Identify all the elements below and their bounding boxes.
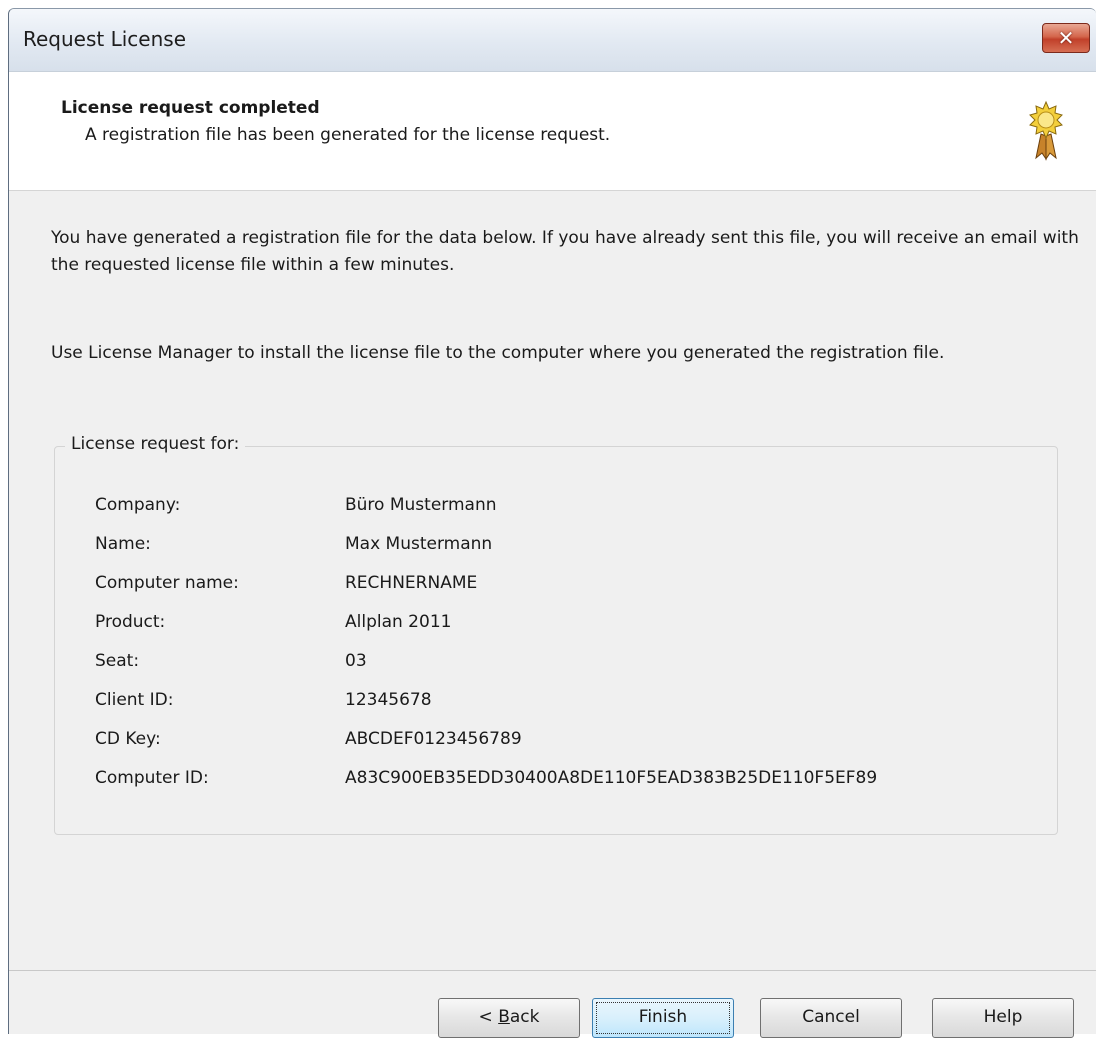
- cancel-button[interactable]: Cancel: [760, 998, 902, 1038]
- finish-label: Finish: [638, 1007, 688, 1027]
- finish-button[interactable]: Finish: [592, 998, 734, 1038]
- help-label: Help: [983, 1007, 1023, 1027]
- product-value: Allplan 2011: [345, 612, 452, 632]
- instruction-paragraph: Use License Manager to install the licen…: [51, 343, 945, 363]
- seal-icon: [1029, 100, 1063, 161]
- close-icon: ✕: [1057, 26, 1075, 50]
- computer-id-label: Computer ID:: [95, 768, 209, 788]
- request-license-dialog: Request License ✕ License request comple…: [8, 8, 1096, 1034]
- window-title: Request License: [23, 27, 186, 51]
- help-button[interactable]: Help: [932, 998, 1074, 1038]
- seat-label: Seat:: [95, 651, 140, 671]
- product-label: Product:: [95, 612, 166, 632]
- footer-separator: [9, 970, 1096, 971]
- group-label: License request for:: [65, 434, 246, 454]
- company-value: Büro Mustermann: [345, 495, 497, 515]
- computer-id-value: A83C900EB35EDD30400A8DE110F5EAD383B25DE1…: [345, 768, 878, 788]
- computer-name-value: RECHNERNAME: [345, 573, 478, 593]
- client-id-value: 12345678: [345, 690, 432, 710]
- cd-key-value: ABCDEF0123456789: [345, 729, 522, 749]
- header-title: License request completed: [61, 98, 320, 118]
- title-bar[interactable]: Request License ✕: [9, 9, 1096, 72]
- back-rest: ack: [509, 1007, 540, 1027]
- client-id-label: Client ID:: [95, 690, 174, 710]
- back-button[interactable]: < Back: [438, 998, 580, 1038]
- cancel-label: Cancel: [802, 1007, 860, 1027]
- company-label: Company:: [95, 495, 181, 515]
- cd-key-label: CD Key:: [95, 729, 161, 749]
- header-subtitle: A registration file has been generated f…: [85, 125, 611, 145]
- wizard-header: License request completed A registration…: [9, 72, 1096, 191]
- close-button[interactable]: ✕: [1042, 23, 1090, 53]
- name-value: Max Mustermann: [345, 534, 493, 554]
- info-paragraph: You have generated a registration file f…: [51, 228, 1079, 275]
- name-label: Name:: [95, 534, 151, 554]
- back-prefix: <: [478, 1007, 499, 1027]
- back-mnemonic: B: [498, 1007, 510, 1027]
- seat-value: 03: [345, 651, 367, 671]
- license-request-group: License request for: Company: Büro Muste…: [54, 434, 1058, 835]
- computer-name-label: Computer name:: [95, 573, 239, 593]
